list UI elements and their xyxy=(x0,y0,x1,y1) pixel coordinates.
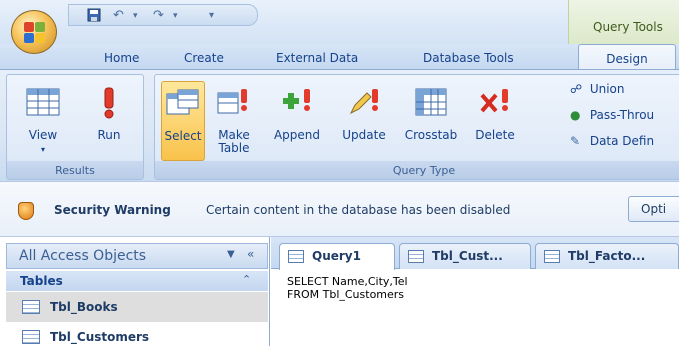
union-icon: ☍ xyxy=(570,82,583,96)
run-button[interactable]: Run xyxy=(81,81,137,161)
undo-icon[interactable]: ↶ xyxy=(113,8,124,23)
nav-pane-header[interactable]: All Access Objects ▼ « xyxy=(6,243,268,269)
doc-tab-tbl-factory[interactable]: Tbl_Facto... xyxy=(535,243,679,269)
globe-icon: ● xyxy=(570,108,581,122)
tab-create[interactable]: Create xyxy=(184,51,224,65)
sql-editor[interactable]: SELECT Name,City,Tel FROM Tbl_Customers xyxy=(287,275,408,301)
ribbon: View ▾ Run Results Select Make Table App… xyxy=(0,69,679,181)
delete-button[interactable]: Delete xyxy=(467,81,523,161)
view-label: View xyxy=(28,128,58,142)
redo-icon[interactable]: ↷ xyxy=(153,8,164,23)
save-icon[interactable] xyxy=(87,8,101,26)
query-tools-context: Query Tools xyxy=(568,0,679,44)
chevron-up-icon[interactable]: ⌃ xyxy=(242,273,251,286)
doc-tab-label: Tbl_Facto... xyxy=(568,249,646,263)
delete-label: Delete xyxy=(475,128,515,142)
table-icon xyxy=(22,300,40,314)
collapse-pane-icon[interactable]: « xyxy=(247,247,254,261)
doc-tab-label: Query1 xyxy=(312,249,361,263)
doc-tab-label: Tbl_Cust... xyxy=(432,249,503,263)
table-icon xyxy=(408,250,424,263)
chevron-down-icon[interactable]: ▾ xyxy=(173,11,178,21)
crosstab-icon xyxy=(415,88,447,116)
options-button[interactable]: Opti xyxy=(628,196,679,222)
run-label: Run xyxy=(97,128,121,142)
results-group-label: Results xyxy=(7,161,143,179)
query-type-group-label: Query Type xyxy=(155,161,679,179)
nav-group-label: Tables xyxy=(20,274,63,288)
document-tabs: Query1 Tbl_Cust... Tbl_Facto... xyxy=(271,237,679,270)
nav-group-tables[interactable]: Tables ⌃ xyxy=(6,271,268,291)
chevron-down-icon: ▾ xyxy=(40,145,45,154)
tab-external-data[interactable]: External Data xyxy=(276,51,358,65)
make-table-icon xyxy=(217,89,247,114)
crosstab-label: Crosstab xyxy=(404,128,458,142)
union-label: Union xyxy=(589,82,625,96)
query-icon xyxy=(288,250,304,263)
data-definition-icon: ✎ xyxy=(570,134,581,148)
sql-line: FROM Tbl_Customers xyxy=(287,288,405,301)
pass-through-button[interactable]: ● Pass-Throu xyxy=(570,108,654,122)
make-table-button[interactable]: Make Table xyxy=(209,81,259,161)
sql-line: SELECT Name,City,Tel xyxy=(287,275,408,288)
update-label: Update xyxy=(342,128,386,142)
chevron-down-icon[interactable]: ▼ xyxy=(227,249,235,260)
data-definition-button[interactable]: ✎ Data Defin xyxy=(570,134,654,148)
table-icon xyxy=(22,330,40,344)
select-button[interactable]: Select xyxy=(161,81,205,161)
data-definition-label: Data Defin xyxy=(589,134,655,148)
tab-design[interactable]: Design xyxy=(578,44,676,71)
update-button[interactable]: Update xyxy=(331,81,397,161)
nav-item-tbl-books[interactable]: Tbl_Books xyxy=(6,292,268,322)
pass-through-label: Pass-Throu xyxy=(589,108,655,122)
security-warning-bar: Security Warning Certain content in the … xyxy=(0,181,679,237)
append-button[interactable]: Append xyxy=(265,81,329,161)
nav-item-tbl-customers[interactable]: Tbl_Customers xyxy=(6,322,268,346)
select-query-icon xyxy=(166,89,199,115)
select-label: Select xyxy=(164,129,202,143)
datasheet-view-icon xyxy=(26,88,60,116)
security-warning-title: Security Warning xyxy=(54,203,171,217)
quick-access-toolbar: ↶ ▾ ↷ ▾ ▾ xyxy=(68,4,258,26)
security-warning-message: Certain content in the database has been… xyxy=(206,203,511,217)
office-logo-icon xyxy=(24,22,46,44)
nav-pane-title: All Access Objects xyxy=(19,248,147,264)
title-bar: ↶ ▾ ↷ ▾ ▾ Query Tools xyxy=(0,0,679,44)
shield-icon xyxy=(18,202,34,220)
ribbon-tabs: Home Create External Data Database Tools… xyxy=(0,44,679,71)
results-group: View ▾ Run Results xyxy=(6,74,144,180)
run-exclamation-icon xyxy=(104,87,114,119)
customize-toolbar-icon[interactable]: ▾ xyxy=(209,10,214,21)
doc-tab-tbl-customers[interactable]: Tbl_Cust... xyxy=(399,243,531,269)
crosstab-button[interactable]: Crosstab xyxy=(399,81,463,161)
tab-database-tools[interactable]: Database Tools xyxy=(423,51,514,65)
view-button[interactable]: View ▾ xyxy=(13,81,73,161)
document-area: Query1 Tbl_Cust... Tbl_Facto... SELECT N… xyxy=(271,237,679,346)
nav-item-label: Tbl_Books xyxy=(50,300,118,314)
chevron-down-icon[interactable]: ▾ xyxy=(133,11,138,21)
append-icon xyxy=(283,89,310,111)
table-icon xyxy=(544,250,560,263)
nav-item-label: Tbl_Customers xyxy=(50,330,150,344)
union-button[interactable]: ☍ Union xyxy=(570,82,625,96)
context-title: Query Tools xyxy=(593,20,663,34)
make-table-label: Make Table xyxy=(218,128,250,155)
delete-x-icon xyxy=(480,89,508,113)
office-button[interactable] xyxy=(11,10,57,54)
navigation-pane: All Access Objects ▼ « Tables ⌃ Tbl_Book… xyxy=(0,237,270,346)
update-pencil-icon xyxy=(349,89,378,115)
append-label: Append xyxy=(273,128,321,142)
doc-tab-query1[interactable]: Query1 xyxy=(279,243,395,270)
tab-home[interactable]: Home xyxy=(104,51,139,65)
